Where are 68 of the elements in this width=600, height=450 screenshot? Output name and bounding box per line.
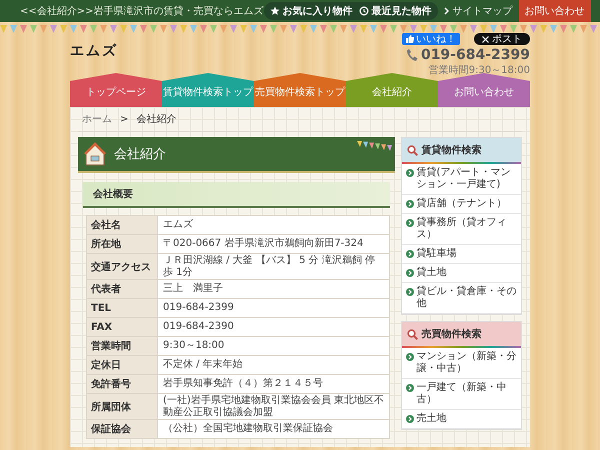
table-cell: 不定休 / 年末年始 <box>158 356 390 374</box>
x-logo-icon <box>482 36 489 42</box>
arrow-circle-icon <box>406 219 414 227</box>
arrow-circle-icon <box>406 200 414 208</box>
table-header-cell: FAX <box>86 318 158 336</box>
sidebar-heading: 売買物件検索 <box>402 322 521 346</box>
table-cell: エムズ <box>158 216 390 234</box>
arrow-circle-icon <box>406 384 414 392</box>
page-title: 会社紹介 <box>114 146 166 163</box>
breadcrumb-link[interactable]: ホーム <box>82 112 112 126</box>
arrow-circle-icon <box>406 269 414 277</box>
arrow-circle-icon <box>406 288 414 296</box>
sidebar-link[interactable]: 貸ビル・貸倉庫・その他 <box>402 283 521 314</box>
sidebar-link[interactable]: 貸事務所（貸オフィス） <box>402 214 521 245</box>
nav-tab[interactable]: お問い合わせ <box>438 73 530 107</box>
sidebar-link[interactable]: 貸店舗（テナント） <box>402 195 521 214</box>
table-header-cell: TEL <box>86 298 158 318</box>
breadcrumb-current: 会社紹介 <box>136 112 176 126</box>
bunting-icon <box>356 139 393 151</box>
quick-link[interactable]: 最近見た物件 <box>358 4 432 18</box>
sidebar-link[interactable]: 賃貸(アパート・マンション・一戸建て) <box>402 164 521 195</box>
table-cell: 019-684-2399 <box>158 298 390 318</box>
table-header-cell: 定休日 <box>86 356 158 374</box>
table-cell: 〒020-0667 岩手県滝沢市鵜飼向新田7-324 <box>158 234 390 254</box>
section-heading: 会社概要 <box>83 182 390 208</box>
like-button[interactable]: いいね！ <box>402 33 460 45</box>
table-cell: (一社)岩手県宅地建物取引業協会会員 東北地区不動産公正取引協議会加盟 <box>158 394 390 420</box>
phone-icon <box>406 48 418 62</box>
phone-number: 019-684-2399 <box>420 47 530 63</box>
arrow-circle-icon <box>406 169 414 177</box>
sidebar-link[interactable]: 貸土地 <box>402 264 521 283</box>
nav-tab[interactable]: トップページ <box>70 73 162 107</box>
table-header-cell: 保証協会 <box>86 420 158 438</box>
post-button[interactable]: ポスト <box>474 33 530 45</box>
table-cell: ＪＲ田沢湖線 / 大釜 【バス】 5 分 滝沢鵜飼 停歩 1分 <box>158 254 390 280</box>
table-header-cell: 会社名 <box>86 216 158 234</box>
star-icon <box>270 6 280 16</box>
tagline: <<会社紹介>>岩手県滝沢市の賃貸・売買ならエムズ <box>20 4 264 18</box>
table-cell: 019-684-2390 <box>158 318 390 336</box>
history-icon <box>358 6 369 16</box>
table-header-cell: 所在地 <box>86 234 158 254</box>
sidebar-link[interactable]: 一戸建て（新築・中古） <box>402 379 521 410</box>
table-cell: （公社）全国宅地建物取引業保証協会 <box>158 420 390 438</box>
sitemap-link[interactable]: サイトマップ <box>444 4 513 18</box>
sidebar-link[interactable]: 貸駐車場 <box>402 245 521 264</box>
search-icon <box>406 328 418 340</box>
contact-button[interactable]: お問い合わせ <box>518 0 591 22</box>
table-header-cell: 免許番号 <box>86 374 158 394</box>
logo-text[interactable]: エムズ <box>70 42 118 73</box>
house-icon <box>84 142 106 166</box>
table-header-cell: 営業時間 <box>86 336 158 356</box>
sidebar-link[interactable]: 売土地 <box>402 410 521 429</box>
quick-link[interactable]: お気に入り物件 <box>270 4 353 18</box>
arrow-circle-icon <box>406 250 414 258</box>
breadcrumb-separator: > <box>120 114 128 124</box>
sidebar-heading: 賃貸物件検索 <box>402 138 521 162</box>
table-cell: 9:30～18:00 <box>158 336 390 356</box>
sidebar-link[interactable]: マンション（新築・分譲・中古） <box>402 348 521 379</box>
chevron-icon <box>444 7 450 15</box>
table-cell: 三上 満里子 <box>158 280 390 298</box>
thumbs-up-icon <box>406 35 414 43</box>
arrow-circle-icon <box>406 353 414 361</box>
table-header-cell: 所属団体 <box>86 394 158 420</box>
arrow-circle-icon <box>406 415 414 423</box>
table-cell: 岩手県知事免許（４）第２１４５号 <box>158 374 390 394</box>
search-icon <box>406 144 418 156</box>
table-header-cell: 代表者 <box>86 280 158 298</box>
table-header-cell: 交通アクセス <box>86 254 158 280</box>
